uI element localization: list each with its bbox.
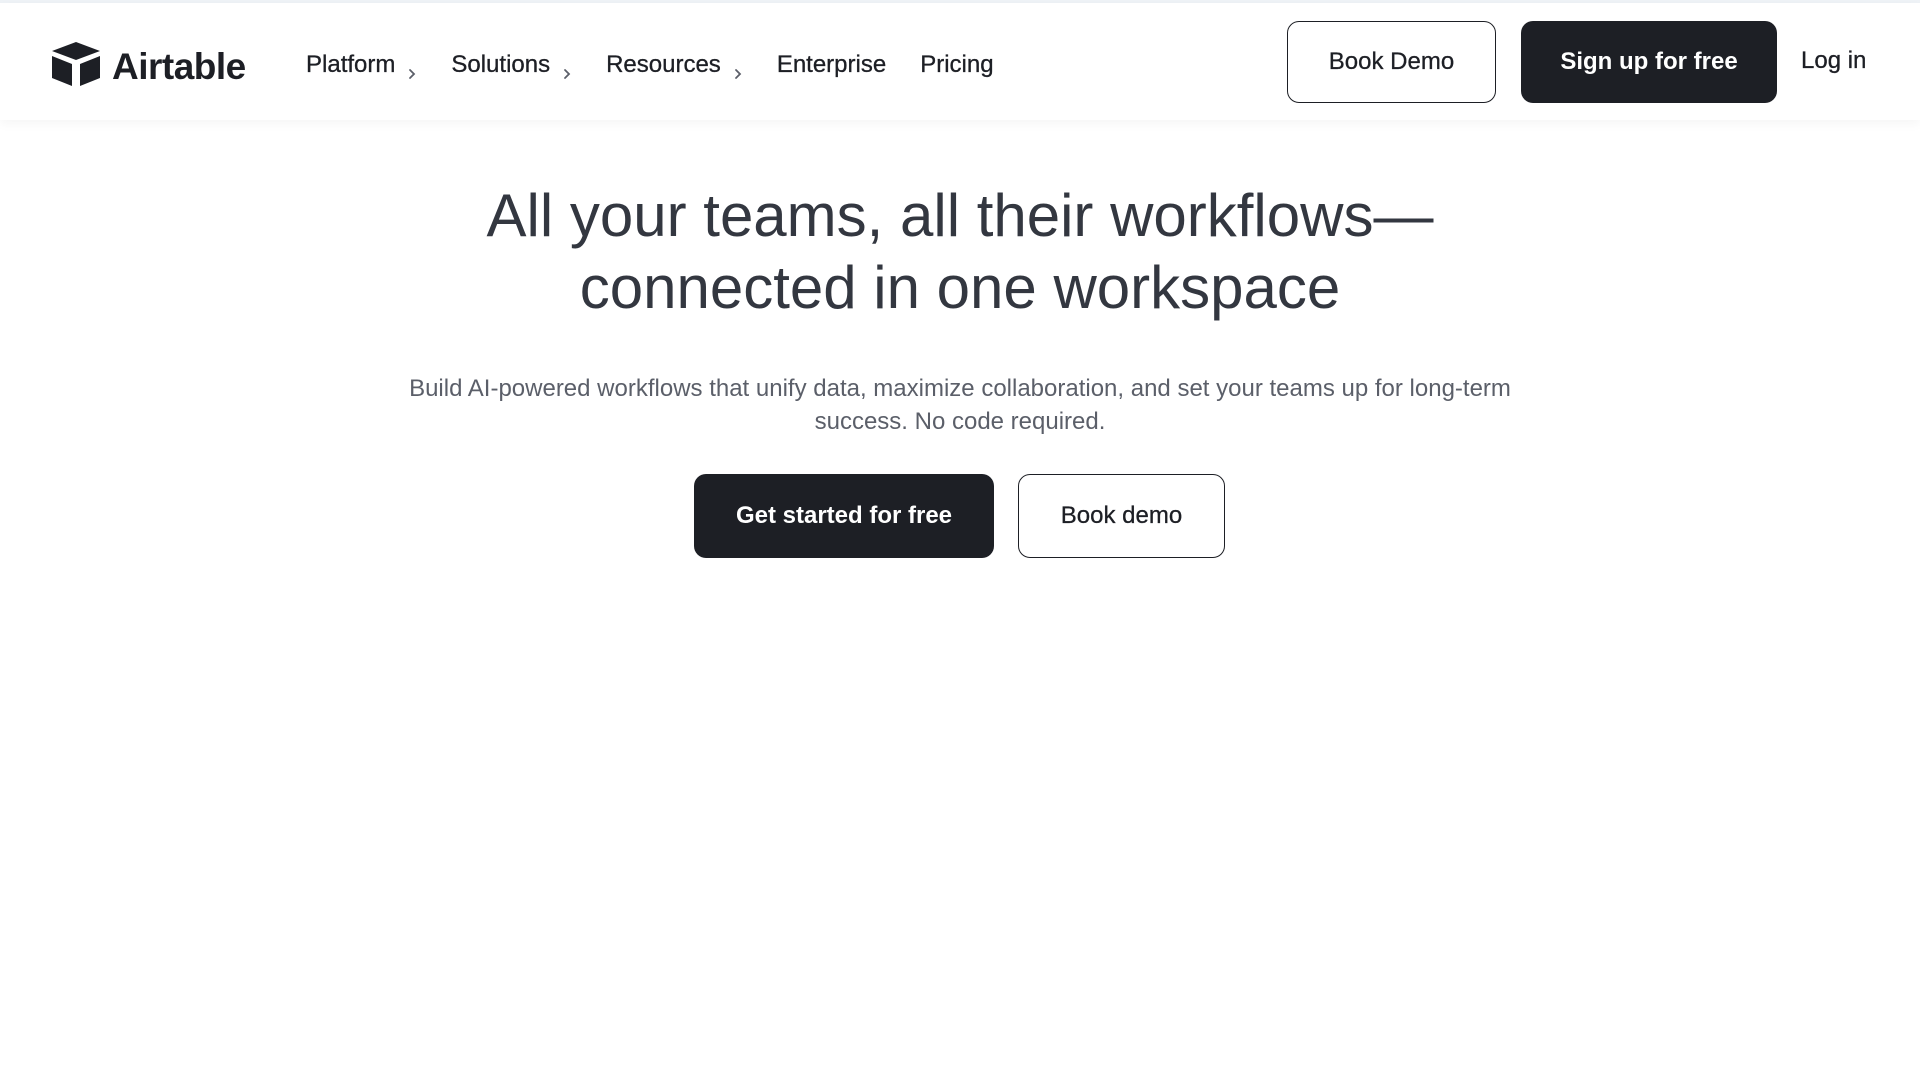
airtable-logo-link[interactable]: Airtable bbox=[50, 41, 246, 92]
hero-subtitle-line-1: Build AI-powered workflows that unify da… bbox=[409, 375, 1511, 402]
nav-item-label: Enterprise bbox=[776, 51, 887, 78]
chevron-right-icon bbox=[407, 59, 417, 79]
hero-title-line-2: connected in one workspace bbox=[579, 254, 1341, 321]
nav-item-platform[interactable]: Platform bbox=[306, 51, 417, 79]
signup-button[interactable]: Sign up for free bbox=[1521, 21, 1777, 103]
login-link[interactable]: Log in bbox=[1801, 47, 1867, 75]
nav-item-solutions[interactable]: Solutions bbox=[451, 51, 572, 79]
top-navigation-bar: Airtable Platform Solutions Resources En… bbox=[0, 3, 1920, 120]
hero-book-demo-button[interactable]: Book demo bbox=[1018, 474, 1225, 558]
nav-item-label: Pricing bbox=[920, 51, 994, 78]
chevron-right-icon bbox=[733, 59, 743, 79]
hero-subtitle-line-2: success. No code required. bbox=[814, 408, 1106, 435]
airtable-box-logo-icon bbox=[50, 41, 102, 92]
hero-title-line-1: All your teams, all their workflows— bbox=[486, 182, 1434, 249]
logo-wordmark: Airtable bbox=[112, 46, 246, 87]
nav-item-label: Platform bbox=[306, 51, 396, 78]
nav-item-label: Solutions bbox=[451, 51, 551, 78]
chevron-right-icon bbox=[562, 59, 572, 79]
get-started-button[interactable]: Get started for free bbox=[694, 474, 994, 558]
nav-item-label: Resources bbox=[606, 51, 721, 78]
hero-subtitle: Build AI-powered workflows that unify da… bbox=[360, 372, 1560, 438]
main-nav: Platform Solutions Resources Enterprise … bbox=[306, 47, 1028, 83]
nav-item-enterprise[interactable]: Enterprise bbox=[776, 51, 887, 79]
nav-item-resources[interactable]: Resources bbox=[606, 51, 743, 79]
hero-title: All your teams, all their workflows— con… bbox=[0, 180, 1920, 324]
book-demo-button[interactable]: Book Demo bbox=[1287, 21, 1496, 103]
nav-item-pricing[interactable]: Pricing bbox=[920, 51, 994, 79]
